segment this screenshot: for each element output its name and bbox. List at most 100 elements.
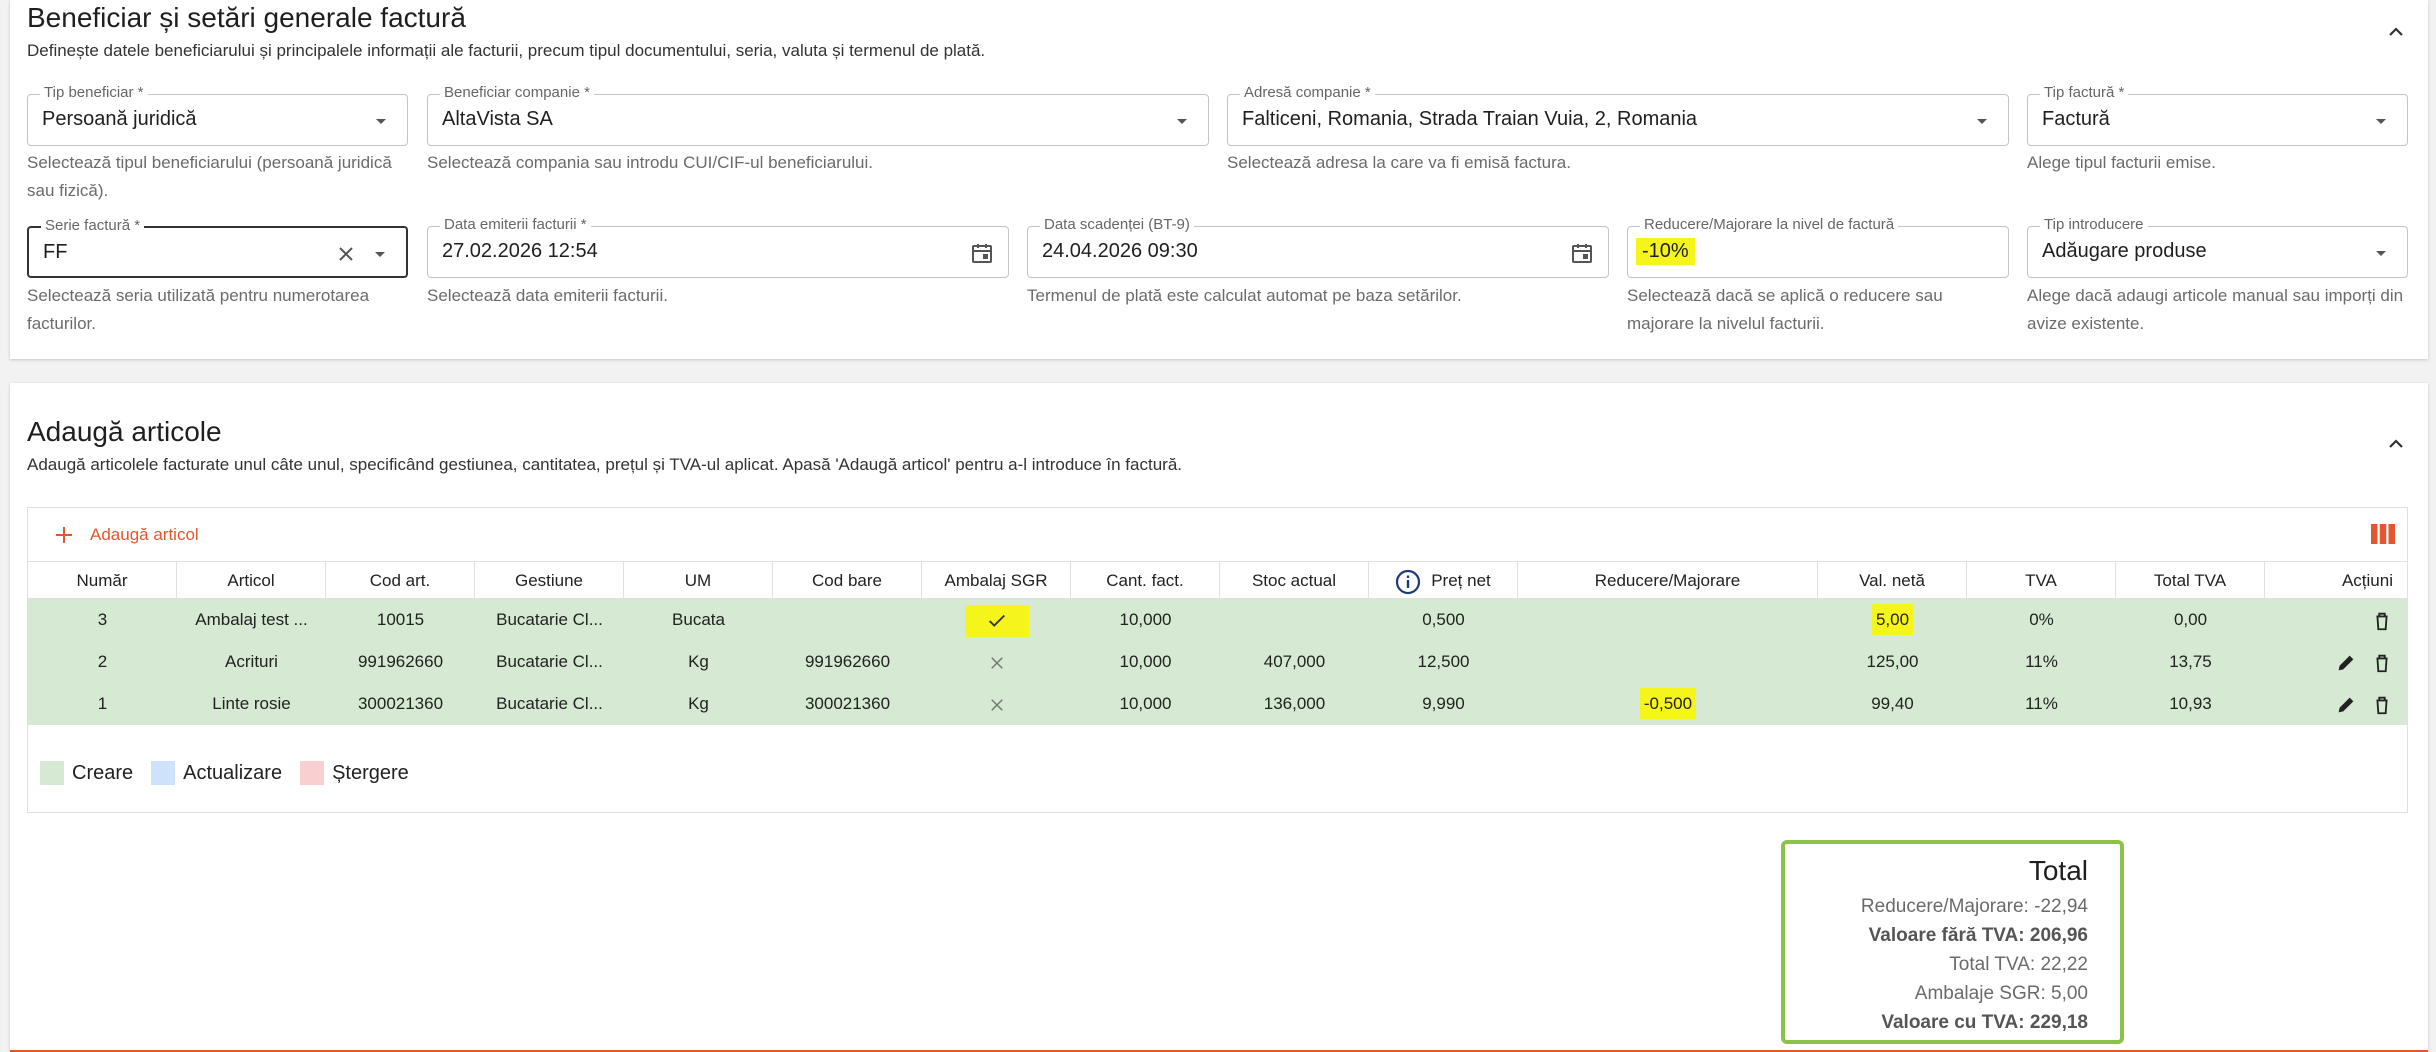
add-article-label: Adaugă articol: [90, 525, 199, 544]
section-subtitle: Adaugă articolele facturate unul câte un…: [27, 455, 1183, 474]
field-label: Tip beneficiar *: [40, 84, 148, 101]
totals-sgr: Ambalaje SGR: 5,00: [1914, 983, 2088, 1004]
section-title: Adaugă articole: [27, 416, 222, 447]
cell-total-tva: 13,75: [2169, 652, 2212, 671]
cell-stoc: 136,000: [1263, 694, 1326, 713]
field-label: Beneficiar companie *: [440, 84, 594, 101]
calendar-icon[interactable]: [1570, 241, 1594, 265]
chevron-up-icon[interactable]: [2384, 20, 2408, 44]
field-label: Tip introducere: [2040, 216, 2148, 233]
calendar-icon[interactable]: [970, 241, 994, 265]
table-row[interactable]: 2 Acrituri 991962660 Bucatarie Cl... Kg …: [28, 641, 2407, 683]
clear-icon[interactable]: [334, 242, 358, 266]
dropdown-arrow-icon[interactable]: [2369, 241, 2393, 265]
cell-numar: 1: [97, 694, 108, 713]
delete-icon[interactable]: [2371, 652, 2393, 674]
column-header[interactable]: Cant. fact.: [1071, 562, 1220, 599]
tip-introducere-select[interactable]: Tip introducere Adăugare produse: [2027, 216, 2408, 278]
invoice-settings-card: Beneficiar și setări generale factură De…: [10, 0, 2428, 359]
info-icon[interactable]: [1395, 569, 1421, 595]
legend-swatch: [151, 761, 176, 785]
section-title: Beneficiar și setări generale factură: [27, 2, 466, 33]
cell-cant: 10,000: [1119, 652, 1172, 671]
cell-stoc: 407,000: [1263, 652, 1326, 671]
cell-cod-art: 991962660: [357, 652, 444, 671]
delete-icon[interactable]: [2371, 694, 2393, 716]
legend-item-creare: Creare: [40, 761, 133, 785]
adresa-companie-select[interactable]: Adresă companie * Falticeni, Romania, St…: [1227, 84, 2009, 146]
cell-cant: 10,000: [1119, 610, 1172, 629]
cross-icon: [990, 698, 1003, 711]
cell-numar: 3: [97, 610, 108, 629]
data-emiterii-input[interactable]: Data emiterii facturii * 27.02.2026 12:5…: [427, 216, 1009, 278]
cell-reducere: [1518, 599, 1818, 641]
column-header[interactable]: Gestiune: [475, 562, 624, 599]
field-label: Tip factură *: [2040, 84, 2129, 101]
cell-um: Bucata: [672, 610, 725, 629]
cell-total-tva: 0,00: [2173, 610, 2208, 629]
field-help: Selectează seria utilizată pentru numero…: [27, 286, 370, 333]
field-help: Selectează adresa la care va fi emisă fa…: [1227, 153, 1571, 172]
column-header[interactable]: TVA: [1967, 562, 2116, 599]
cell-um: Kg: [688, 694, 709, 713]
tip-factura-select[interactable]: Tip factură * Factură: [2027, 84, 2408, 146]
field-label: Adresă companie *: [1240, 84, 1375, 101]
field-help: Alege dacă adaugi articole manual sau im…: [2027, 286, 2404, 333]
add-article-button[interactable]: Adaugă articol: [54, 520, 199, 550]
column-header-pret[interactable]: Preț net: [1369, 562, 1518, 599]
cell-reducere: -0,500: [1518, 683, 1818, 725]
column-header[interactable]: Total TVA: [2116, 562, 2265, 599]
column-header[interactable]: UM: [624, 562, 773, 599]
legend-label: Actualizare: [183, 761, 283, 784]
beneficiar-companie-select[interactable]: Beneficiar companie * AltaVista SA: [427, 84, 1209, 146]
field-value: Persoană juridică: [42, 108, 197, 130]
cell-actions: [2265, 683, 2407, 725]
column-header[interactable]: Stoc actual: [1220, 562, 1369, 599]
dropdown-arrow-icon[interactable]: [368, 242, 392, 266]
data-scadentei-input[interactable]: Data scadenței (BT-9) 24.04.2026 09:30: [1027, 216, 1609, 278]
articles-panel: Adaugă articol Număr Articol Cod art. Ge…: [27, 507, 2408, 813]
dropdown-arrow-icon[interactable]: [2369, 109, 2393, 133]
field-label: Data emiterii facturii *: [440, 216, 591, 233]
columns-icon[interactable]: [2371, 524, 2395, 544]
cell-cod-art: 300021360: [357, 694, 444, 713]
field-help: Termenul de plată este calculat automat …: [1027, 286, 1462, 305]
cell-sgr: [922, 683, 1071, 725]
column-header[interactable]: Cod bare: [773, 562, 922, 599]
legend-item-actualizare: Actualizare: [151, 761, 282, 785]
edit-icon[interactable]: [2335, 694, 2357, 716]
delete-icon[interactable]: [2371, 610, 2393, 632]
edit-icon[interactable]: [2335, 652, 2357, 674]
reducere-highlight: -0,500: [1639, 688, 1697, 719]
cell-cod-bare: [773, 599, 922, 641]
column-header[interactable]: Cod art.: [326, 562, 475, 599]
cell-articol: Ambalaj test ...: [195, 610, 308, 629]
column-header[interactable]: Val. netă: [1818, 562, 1967, 599]
column-header[interactable]: Articol: [177, 562, 326, 599]
dropdown-arrow-icon[interactable]: [1170, 109, 1194, 133]
dropdown-arrow-icon[interactable]: [1970, 109, 1994, 133]
field-help: Selectează compania sau introdu CUI/CIF-…: [427, 153, 874, 172]
legend-swatch: [40, 761, 64, 785]
reducere-factura-input[interactable]: Reducere/Majorare la nivel de factură -1…: [1627, 216, 2009, 278]
dropdown-arrow-icon[interactable]: [369, 109, 393, 133]
cell-cod-bare: 991962660: [804, 652, 891, 671]
chevron-up-icon[interactable]: [2384, 432, 2408, 456]
tip-beneficiar-select[interactable]: Tip beneficiar * Persoană juridică: [27, 84, 408, 146]
column-header[interactable]: Ambalaj SGR: [922, 562, 1071, 599]
table-row[interactable]: 1 Linte rosie 300021360 Bucatarie Cl... …: [28, 683, 2407, 725]
plus-icon: [56, 527, 72, 543]
cell-articol: Acrituri: [225, 652, 278, 671]
cell-sgr: [922, 599, 1071, 641]
cell-stoc: [1220, 599, 1369, 641]
column-header[interactable]: Reducere/Majorare: [1518, 562, 1818, 599]
column-header[interactable]: Număr: [28, 562, 177, 599]
cell-tva: 11%: [2025, 652, 2058, 671]
legend-item-stergere: Ștergere: [300, 761, 409, 785]
serie-factura-select[interactable]: Serie factură * FF: [27, 217, 408, 278]
totals-reducere: Reducere/Majorare: -22,94: [1860, 896, 2088, 917]
section-subtitle: Definește datele beneficiarului și princ…: [27, 41, 986, 60]
table-row[interactable]: 3 Ambalaj test ... 10015 Bucatarie Cl...…: [28, 599, 2407, 641]
field-label: Reducere/Majorare la nivel de factură: [1640, 216, 1899, 233]
cell-pret: 0,500: [1422, 610, 1465, 629]
